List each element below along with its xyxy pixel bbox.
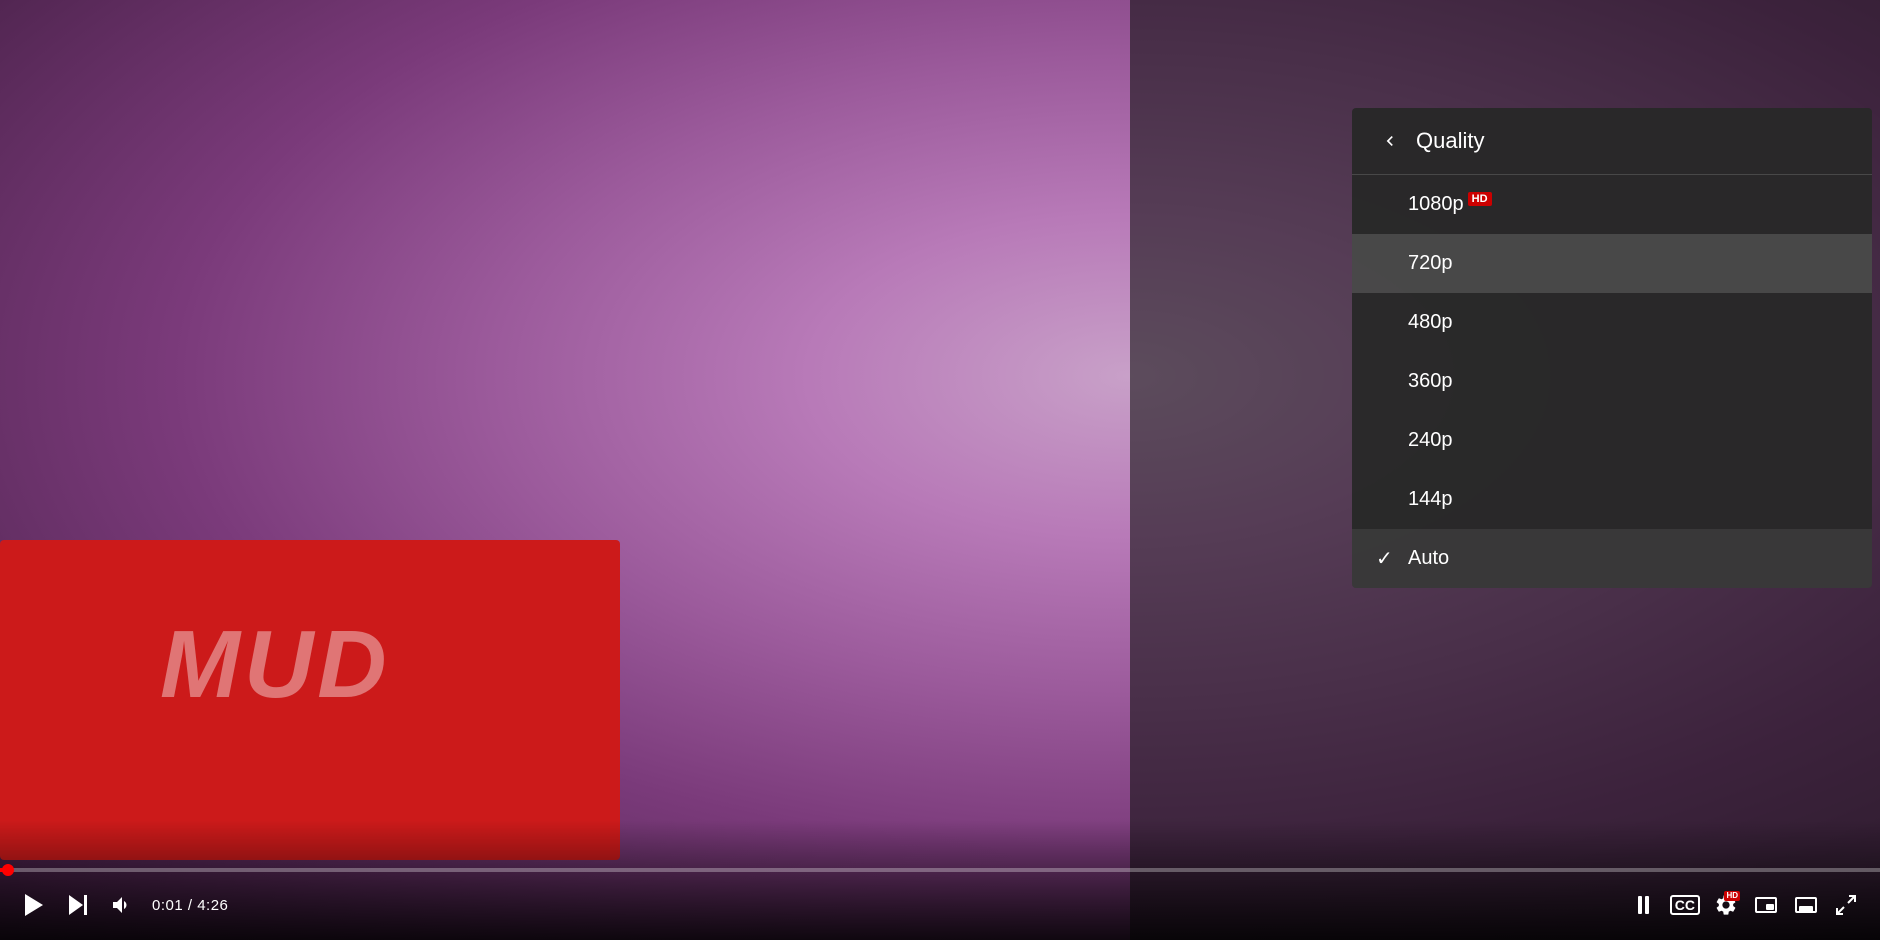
play-icon <box>25 894 43 916</box>
miniplayer-button[interactable] <box>1748 887 1784 923</box>
quality-menu: Quality 1080pHD 720p 480p 360p 240p 144p… <box>1352 108 1872 588</box>
quality-option-480p[interactable]: 480p <box>1352 293 1872 352</box>
fullscreen-icon <box>1834 893 1858 917</box>
settings-button[interactable]: HD <box>1708 887 1744 923</box>
next-button[interactable] <box>60 887 96 923</box>
theater-icon <box>1795 897 1817 913</box>
quality-label-1080p: 1080pHD <box>1408 193 1492 216</box>
settings-wrapper: HD <box>1714 893 1738 917</box>
progress-bar[interactable] <box>0 868 1880 872</box>
video-player: MUD 0:01 / 4:26 <box>0 0 1880 940</box>
theater-button[interactable] <box>1788 887 1824 923</box>
next-icon <box>69 895 87 915</box>
quality-menu-header: Quality <box>1352 108 1872 175</box>
check-icon: ✓ <box>1376 546 1393 571</box>
fullscreen-button[interactable] <box>1828 887 1864 923</box>
quality-menu-title: Quality <box>1416 128 1484 154</box>
quality-back-button[interactable] <box>1380 131 1400 151</box>
quality-label-360p: 360p <box>1408 370 1453 393</box>
quality-label-480p: 480p <box>1408 311 1453 334</box>
quality-option-720p[interactable]: 720p <box>1352 234 1872 293</box>
volume-icon <box>110 893 134 917</box>
quality-option-1080p[interactable]: 1080pHD <box>1352 175 1872 234</box>
mud-logo-text: MUD <box>160 610 391 720</box>
pause-icon <box>1638 896 1649 914</box>
cc-icon: CC <box>1670 895 1700 915</box>
quality-option-360p[interactable]: 360p <box>1352 352 1872 411</box>
quality-option-240p[interactable]: 240p <box>1352 411 1872 470</box>
volume-button[interactable] <box>104 887 140 923</box>
settings-hd-badge: HD <box>1724 891 1740 901</box>
play-button[interactable] <box>16 887 52 923</box>
video-red-panel: MUD <box>0 540 620 860</box>
quality-label-144p: 144p <box>1408 488 1453 511</box>
quality-option-144p[interactable]: 144p <box>1352 470 1872 529</box>
controls-bar: 0:01 / 4:26 CC HD <box>0 880 1880 930</box>
time-display: 0:01 / 4:26 <box>152 897 228 914</box>
quality-label-240p: 240p <box>1408 429 1453 452</box>
quality-label-auto: Auto <box>1408 547 1449 570</box>
back-chevron-icon <box>1380 131 1400 151</box>
pause-button-right[interactable] <box>1626 887 1662 923</box>
quality-label-720p: 720p <box>1408 252 1453 275</box>
hd-badge: HD <box>1468 192 1492 206</box>
controls-right: CC HD <box>1626 887 1864 923</box>
progress-thumb <box>2 864 14 876</box>
cc-button[interactable]: CC <box>1666 887 1704 923</box>
quality-option-auto[interactable]: ✓ Auto <box>1352 529 1872 588</box>
miniplayer-icon <box>1755 897 1777 913</box>
